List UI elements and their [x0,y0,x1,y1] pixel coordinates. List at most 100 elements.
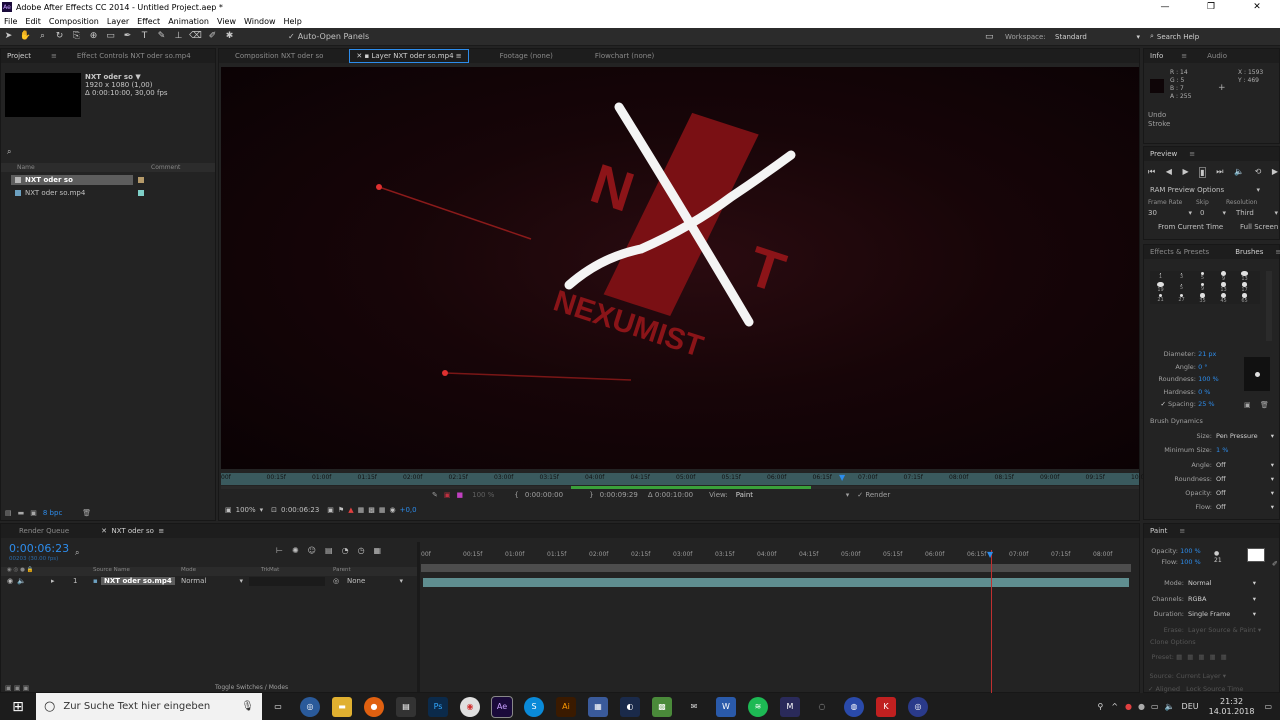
brush-tip[interactable]: 5 [1171,282,1192,293]
rectangle-tool-icon[interactable]: ▭ [104,30,117,43]
trkmat-select[interactable] [249,577,325,586]
time-indicator-icon[interactable]: ▼ [839,473,845,482]
col-source-name[interactable]: Source Name [93,567,130,573]
first-frame-icon[interactable]: ⏮ [1148,167,1155,178]
flow-dynamics-select[interactable]: Off ▾ [1216,500,1274,514]
expand-arrow-icon[interactable]: ▸ [51,577,55,585]
resolution-select[interactable]: Third ▾ [1236,209,1278,217]
auto-open-panels[interactable]: ✓ Auto-Open Panels [288,32,369,41]
layer-name[interactable]: NXT oder so.mp4 [101,577,175,585]
erase-select[interactable]: Layer Source & Paint ▾ [1188,623,1272,639]
channels-select[interactable]: RGBA ▾ [1188,592,1256,608]
menu-layer[interactable]: Layer [103,17,133,26]
brush-tool-icon[interactable]: ✎ [155,30,168,43]
current-time-display[interactable]: 0:00:06:23 [9,542,69,555]
microphone-icon[interactable]: 🎙 [241,701,254,712]
tray-chevron-icon[interactable]: ^ [1111,702,1118,711]
tab-effect-controls[interactable]: Effect Controls NXT oder so.mp4 [71,52,197,60]
snapshot-icon[interactable]: ▣ [327,506,334,514]
volume-icon[interactable]: 🔈 [1165,702,1175,711]
menu-file[interactable]: File [0,17,21,26]
delete-brush-icon[interactable]: 🗑 [1260,401,1269,409]
color-channel-icon[interactable]: ▲ [348,506,353,514]
pickwhip-icon[interactable]: ◎ [333,577,339,585]
interpret-footage-icon[interactable]: ▤ [5,509,12,517]
tab-paint[interactable]: Paint [1144,527,1173,535]
eraser-tool-icon[interactable]: ⌫ [189,30,202,43]
photoshop-icon[interactable]: Ps [428,696,448,717]
menu-icon[interactable]: ≡ [45,52,63,60]
channel-icon[interactable]: ▣ [444,491,451,499]
notifications-icon[interactable]: ▭ [1264,702,1272,711]
brush-tip[interactable]: 1 [1150,271,1171,282]
timeline-divider[interactable] [417,542,420,692]
view-select[interactable]: Paint [736,491,846,499]
paint-flow-value[interactable]: 100 % [1180,558,1201,566]
grid-icon[interactable]: ▩ [368,506,375,514]
hardness-value[interactable]: 0 % [1198,388,1210,396]
brush-tip[interactable]: 13 [1234,271,1255,282]
chrome-icon[interactable]: ◉ [460,696,480,717]
draft-3d-icon[interactable]: ✺ [292,546,299,555]
brush-tip[interactable]: 5 [1192,271,1213,282]
menu-icon[interactable]: ≡ [1183,150,1201,158]
menu-animation[interactable]: Animation [164,17,213,26]
menu-composition[interactable]: Composition [45,17,103,26]
photos-icon[interactable]: ▦ [588,696,608,717]
after-effects-taskbar-icon[interactable]: Ae [491,695,513,718]
brush-tip[interactable]: 45 [1213,293,1234,304]
clock[interactable]: 21:32 14.01.2018 [1209,697,1255,717]
bpc-label[interactable]: 8 bpc [43,509,62,517]
type-tool-icon[interactable]: T [138,30,151,43]
tab-preview[interactable]: Preview [1144,150,1183,158]
label-swatch[interactable] [61,577,67,583]
col-comment[interactable]: Comment [151,164,180,171]
brush-tip[interactable]: 9 [1192,282,1213,293]
chevron-down-icon[interactable]: ▾ [260,506,264,514]
tray-app-icon[interactable]: ● [1138,702,1145,711]
col-name[interactable]: Name [17,164,135,171]
pan-behind-tool-icon[interactable]: ⊕ [87,30,100,43]
minimum-size-value[interactable]: 1 % [1216,443,1228,457]
video-app-icon[interactable]: ▤ [396,696,416,717]
chevron-down-icon[interactable]: ▾ [846,491,850,499]
frame-blending-icon[interactable]: ▤ [325,546,333,555]
file-explorer-icon[interactable]: ▬ [332,696,352,717]
frame-rate-select[interactable]: 30 ▾ [1148,209,1192,217]
menu-icon[interactable]: ≡ [1175,52,1193,60]
last-frame-icon[interactable]: ⏭ [1216,167,1223,178]
clone-preset-icons[interactable]: ▦▦▦▦▦ [1176,653,1232,661]
from-current-time-checkbox[interactable]: From Current Time [1158,223,1240,231]
zoom-percent[interactable]: 100 % [472,491,494,499]
minimize-button[interactable]: — [1142,0,1188,14]
roundness-dynamics-select[interactable]: Off ▾ [1216,472,1274,486]
pen-tool-icon[interactable]: ✒ [121,30,134,43]
search-icon[interactable]: ⌕ [75,548,79,558]
word-icon[interactable]: W [716,696,736,717]
tab-project[interactable]: Project [1,52,37,60]
menu-icon[interactable]: ≡ [1269,248,1280,256]
foreground-color-swatch[interactable] [1247,548,1265,562]
brush-tips-grid[interactable]: 1 3 5 9 13 19 5 9 13 17 21 27 35 45 65 [1150,271,1260,304]
magnification-select[interactable]: 100% [236,506,256,514]
tab-brushes[interactable]: Brushes [1229,248,1269,256]
col-mode[interactable]: Mode [181,567,196,573]
tray-app-icon[interactable]: ● [1125,702,1132,711]
tab-info[interactable]: Info [1144,52,1169,60]
work-area[interactable] [421,564,1131,572]
timeline-ruler[interactable]: 00f 00:15f 01:00f 01:15f 02:00f 02:15f 03:00f 0… [421,550,1131,562]
alpha-icon[interactable]: ■ [457,491,464,499]
col-parent[interactable]: Parent [333,567,351,573]
size-select[interactable]: Pen Pressure ▾ [1216,429,1274,443]
brush-tip-indicator[interactable]: ● 21 [1214,550,1222,564]
timeline-footer-icons[interactable]: ▣ ▣ ▣ [5,684,29,692]
tab-audio[interactable]: Audio [1201,52,1233,60]
brush-tip[interactable]: 27 [1171,293,1192,304]
motion-blur-icon[interactable]: ◔ [342,546,349,555]
windows-start-icon[interactable]: ⊞ [0,699,36,715]
current-time-indicator[interactable] [991,550,992,694]
steam-icon[interactable]: ◐ [620,696,640,717]
shy-icon[interactable]: ☺ [308,546,316,555]
tab-composition[interactable]: Composition NXT oder so [229,52,329,60]
menu-icon[interactable]: ≡ [1173,527,1191,535]
